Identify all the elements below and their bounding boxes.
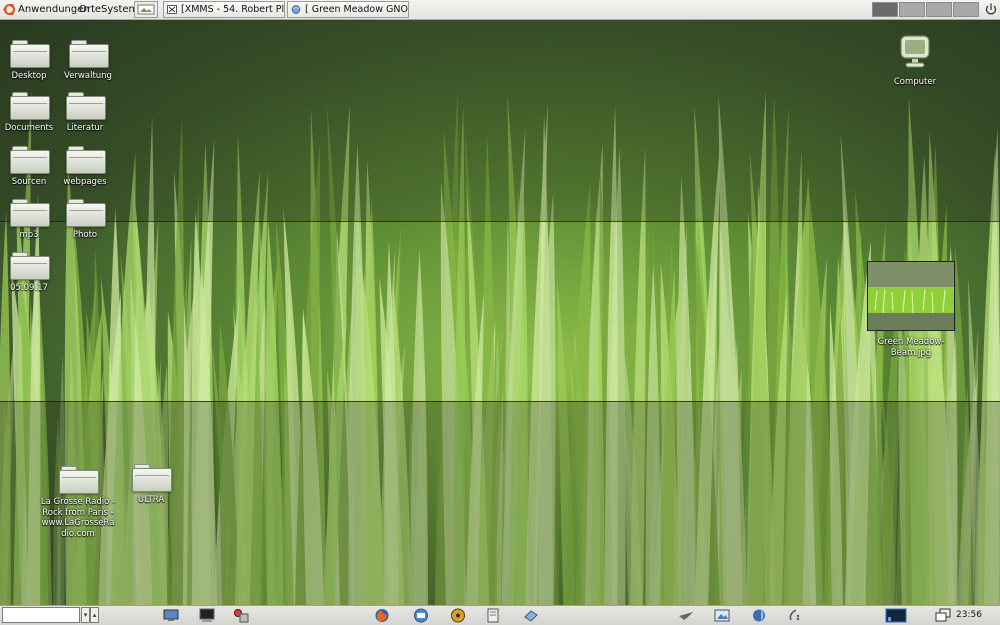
folder-icon [59,466,99,494]
folder-icon [66,199,106,227]
taskbar-label: [XMMS - 54. Robert Plant... [181,4,285,15]
music-note-icon[interactable] [787,608,803,623]
show-desktop-launcher[interactable] [134,1,158,18]
desktop-icon-desktop[interactable]: Desktop [0,40,61,82]
workspace-3[interactable] [926,2,952,17]
clock[interactable]: 23:56 [956,610,982,620]
icon-label: Desktop [11,71,47,81]
icon-label: 05.09.17 [10,283,48,293]
desktop-icon-sourcen[interactable]: Sourcen [0,146,61,188]
package-manager-icon[interactable] [523,608,539,623]
icon-label: Green Meadow-Beam.jpg [877,337,945,358]
xmms-icon [167,5,177,14]
workspace-1[interactable] [872,2,898,17]
browser-globe-icon [291,5,301,14]
desktop-icon-mp3[interactable]: mp3 [0,199,61,241]
icon-label: mp3 [19,230,39,240]
menu-places[interactable]: Orte [79,4,101,15]
command-history-button[interactable]: ▾ [81,607,90,623]
icon-label: Photo [72,230,98,240]
ubuntu-logo-icon[interactable] [3,3,16,16]
desktop-icon-documents[interactable]: Documents [0,92,61,134]
terminal-icon[interactable] [199,608,215,623]
desktop-icon-la-grosse-radio[interactable]: La Grosse Radio - Rock from Paris - www.… [40,466,116,539]
folder-icon [10,92,50,120]
folder-icon [132,464,172,492]
wallpaper-divider-line [0,221,1000,222]
command-run-button[interactable]: ▴ [90,607,99,623]
folder-icon [66,92,106,120]
top-panel: Anwendungen Orte System [XMMS - 54. Robe… [0,0,1000,20]
icon-label: Verwaltung [64,71,112,81]
folder-icon [10,146,50,174]
icon-label: Literatur [66,123,104,133]
workspace-4[interactable] [953,2,979,17]
desktop-icon-verwaltung[interactable]: Verwaltung [56,40,120,82]
power-icon[interactable] [985,2,997,17]
wallpaper-band-top [0,20,1000,221]
icon-label: webpages [63,177,107,187]
icon-label: Computer [893,77,937,87]
computer-monitor-icon [900,35,930,68]
icon-label: Sourcen [11,177,47,187]
desktop-icon-literatur[interactable]: Literatur [53,92,117,134]
folder-icon [66,146,106,174]
desktop-icon-computer[interactable]: Computer [883,34,947,88]
desktop-icon-ultra[interactable]: ULTRA [119,464,183,506]
taskbar-button-xmms[interactable]: [XMMS - 54. Robert Plant... [163,1,285,18]
desktop-icon-photo[interactable]: Photo [53,199,117,241]
media-player-icon[interactable] [450,608,466,623]
menu-system[interactable]: System [101,4,138,15]
system-monitor-icon[interactable] [885,608,907,623]
folder-icon [10,199,50,227]
monitor-launcher-icon[interactable] [163,608,179,623]
icon-label: La Grosse Radio - Rock from Paris - www.… [40,497,116,539]
weather-applet-icon[interactable] [752,608,768,623]
folder-icon [10,252,50,280]
workspace-2[interactable] [899,2,925,17]
taskbar-label: [ Green Meadow GNOME... [305,4,408,15]
airplane-applet-icon[interactable] [678,608,694,623]
desktop-icon-05-09-17[interactable]: 05.09.17 [0,252,61,294]
wallpaper-divider-line [0,401,1000,402]
window-list-icon[interactable] [935,608,951,623]
taskbar-button-browser[interactable]: [ Green Meadow GNOME... [287,1,409,18]
firefox-icon[interactable] [374,608,390,623]
image-thumbnail [867,261,955,331]
email-client-icon[interactable] [413,608,429,623]
network-icon[interactable] [233,608,249,623]
icon-label: Documents [4,123,54,133]
desktop-icon-webpages[interactable]: webpages [53,146,117,188]
command-input[interactable] [2,607,80,623]
desktop-icon-green-meadow-image[interactable]: Green Meadow-Beam.jpg [866,261,956,358]
desktop-wallpaper [0,20,1000,605]
folder-icon [10,40,50,68]
image-viewer-icon[interactable] [714,608,730,623]
bottom-panel: ▾ ▴ 23:56 [0,605,1000,625]
text-editor-icon[interactable] [485,608,501,623]
icon-label: ULTRA [137,495,165,505]
folder-icon [69,40,109,68]
show-desktop-icon [137,4,155,15]
